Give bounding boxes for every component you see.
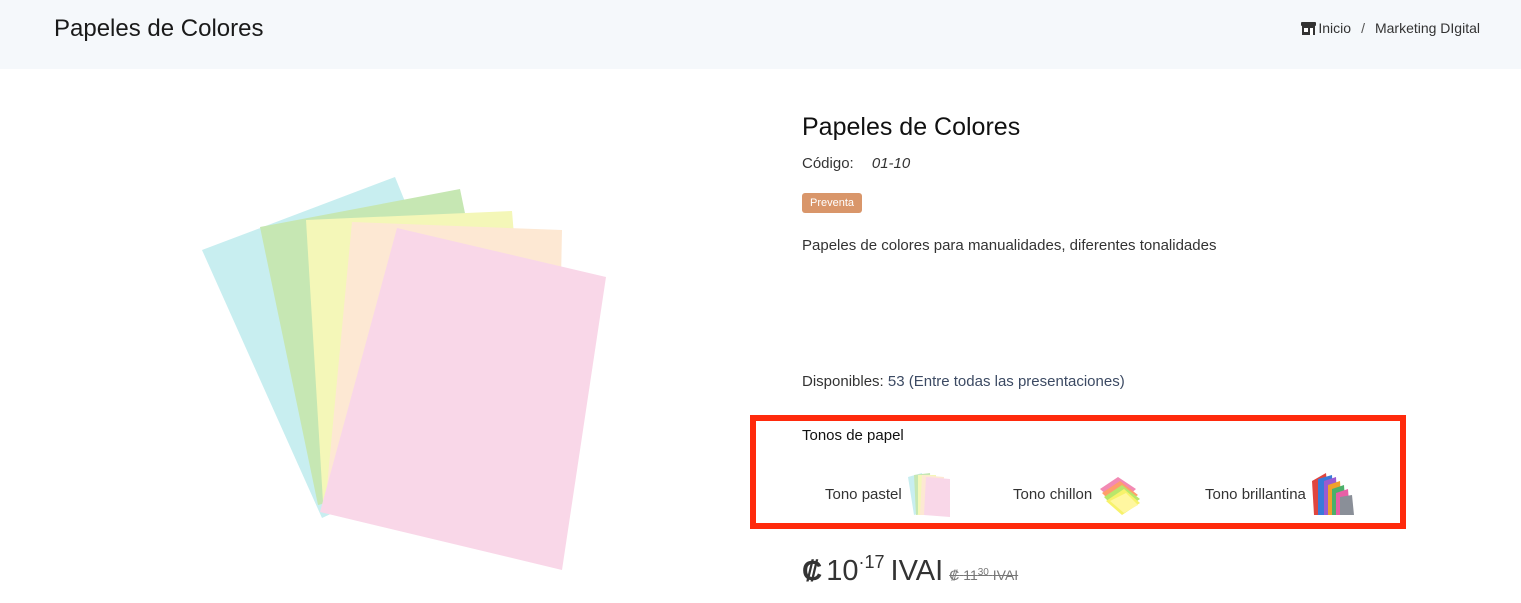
- old-price: ₡ 1130 IVAI: [949, 567, 1018, 583]
- stock-info: Disponibles: 53 (Entre todas las present…: [802, 373, 1125, 390]
- price-tax: IVAI: [890, 555, 944, 587]
- tone-option-label: Tono pastel: [825, 485, 902, 503]
- tones-label: Tonos de papel: [802, 427, 904, 444]
- price-decimal-value: 17: [864, 552, 885, 572]
- price-integer: 10: [826, 555, 859, 587]
- old-price-decimal: 30: [977, 567, 989, 578]
- old-price-tax: IVAI: [992, 567, 1019, 583]
- tone-option-label: Tono chillon: [1013, 485, 1093, 503]
- product-title: Papeles de Colores: [802, 113, 1021, 141]
- glitter-paper-thumbnail: [1311, 473, 1354, 515]
- breadcrumb: Inicio / Marketing DIgital: [1301, 20, 1480, 36]
- breadcrumb-separator: /: [1361, 20, 1365, 36]
- tone-option-chillon[interactable]: Tono chillon: [1013, 470, 1142, 518]
- product-description: Papeles de colores para manualidades, di…: [802, 237, 1217, 254]
- code-label: Código:: [802, 155, 854, 172]
- pastel-paper-thumbnail: [907, 473, 950, 517]
- page-title: Papeles de Colores: [54, 15, 264, 42]
- bright-paper-thumbnail: [1100, 477, 1141, 515]
- product-code: Código: 01-10: [802, 155, 910, 172]
- tone-option-label: Tono brillantina: [1205, 485, 1306, 503]
- price-decimal: ·17: [858, 552, 885, 572]
- price: ₡ 10·17 IVAI ₡ 1130 IVAI: [802, 552, 1018, 588]
- stock-label: Disponibles:: [802, 373, 884, 390]
- presale-badge: Preventa: [802, 193, 863, 213]
- currency-symbol: ₡: [802, 555, 823, 586]
- store-icon: [1301, 22, 1317, 35]
- tone-option-pastel[interactable]: Tono pastel: [825, 470, 952, 518]
- breadcrumb-current: Marketing DIgital: [1374, 20, 1480, 36]
- old-price-integer: 11: [963, 567, 978, 583]
- stock-value: 53 (Entre todas las presentaciones): [887, 373, 1125, 390]
- old-currency-symbol: ₡: [949, 567, 960, 583]
- breadcrumb-home-link[interactable]: Inicio: [1301, 20, 1351, 36]
- code-value: 01-10: [871, 155, 911, 172]
- page-header: Papeles de Colores Inicio / Marketing DI…: [0, 0, 1521, 69]
- product-image: [202, 177, 606, 570]
- breadcrumb-home-label: Inicio: [1318, 20, 1352, 36]
- tone-option-brillantina[interactable]: Tono brillantina: [1205, 470, 1356, 518]
